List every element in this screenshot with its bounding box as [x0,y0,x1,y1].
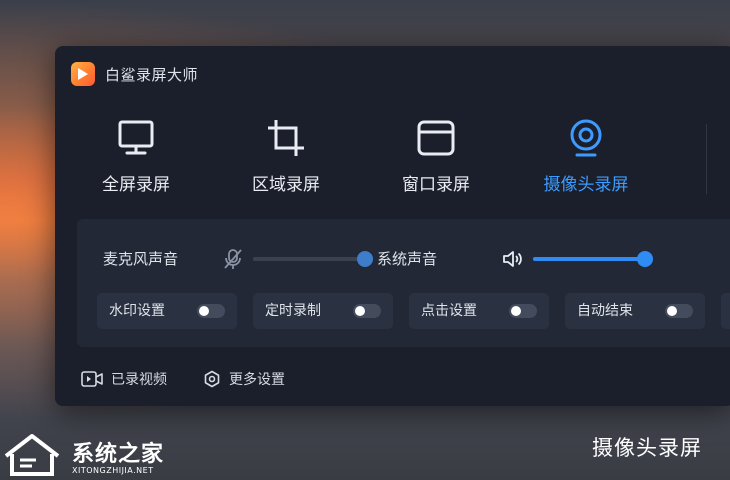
footer-bar: 已录视频 更多设置 [81,368,681,390]
divider [706,124,707,194]
toggle-switch[interactable] [665,304,693,318]
toggle-switch[interactable] [509,304,537,318]
monitor-icon [118,120,154,155]
watermark-url: XITONGZHIJIA.NET [72,466,154,475]
window-icon [417,120,455,156]
more-settings-label: 更多设置 [229,372,285,388]
toggle-switch[interactable] [353,304,381,318]
toggle-autostop[interactable]: 自动结束 [565,293,705,329]
switch-knob [355,306,365,316]
settings-panel: 麦克风声音 系统声音 水印设置 定时录制 点击设置 自动结束 [77,219,730,347]
toggle-label: 水印设置 [109,303,165,319]
caption-text: 摄像头录屏 [592,436,702,460]
toggle-row: 水印设置 定时录制 点击设置 自动结束 [97,293,730,329]
toggle-switch[interactable] [197,304,225,318]
settings-hex-icon [204,370,220,388]
switch-knob [199,306,209,316]
play-icon [78,68,88,80]
app-logo [71,62,95,86]
mic-volume-knob[interactable] [357,251,373,267]
toggle-timer[interactable]: 定时录制 [253,293,393,329]
crop-icon [268,120,304,156]
mode-label: 摄像头录屏 [543,175,629,195]
mode-webcam[interactable]: 摄像头录屏 [531,118,641,198]
toggle-label: 定时录制 [265,303,321,319]
mode-fullscreen[interactable]: 全屏录屏 [81,118,191,198]
mode-window[interactable]: 窗口录屏 [381,118,491,198]
audio-row: 麦克风声音 系统声音 [103,247,703,271]
more-settings-button[interactable]: 更多设置 [203,368,285,390]
recorded-videos-button[interactable]: 已录视频 [81,368,167,390]
toggle-label: 点击设置 [421,303,477,319]
watermark-name: 系统之家 [72,442,165,467]
toggle-label: 自动结束 [577,303,633,319]
speaker-icon[interactable] [501,247,525,271]
mode-region[interactable]: 区域录屏 [231,118,341,198]
app-window: 白鲨录屏大师 全屏录屏 区域录屏 窗口录屏 摄像头录屏 麦克风声音 系统声音 水… [55,46,730,406]
mode-selector: 全屏录屏 区域录屏 窗口录屏 摄像头录屏 [55,118,730,198]
mic-volume-fill [253,257,365,261]
system-sound-label: 系统声音 [377,250,438,268]
mic-volume-slider[interactable] [253,251,373,267]
app-title: 白鲨录屏大师 [105,65,199,84]
webcam-icon [570,119,602,157]
mode-label: 窗口录屏 [402,175,470,195]
mode-label: 区域录屏 [252,175,320,195]
site-watermark: 系统之家 XITONGZHIJIA.NET [0,428,180,480]
video-icon [81,371,103,387]
toggle-watermark[interactable]: 水印设置 [97,293,237,329]
mic-muted-icon[interactable] [221,247,245,271]
house-logo-icon [4,434,60,476]
recorded-videos-label: 已录视频 [111,372,167,388]
toggle-card-partial[interactable] [721,293,730,329]
system-volume-slider[interactable] [533,251,653,267]
mic-label: 麦克风声音 [103,250,179,268]
title-bar: 白鲨录屏大师 [71,62,198,86]
toggle-click[interactable]: 点击设置 [409,293,549,329]
mode-label: 全屏录屏 [102,175,170,195]
switch-knob [511,306,521,316]
system-volume-knob[interactable] [637,251,653,267]
system-volume-fill [533,257,645,261]
switch-knob [667,306,677,316]
